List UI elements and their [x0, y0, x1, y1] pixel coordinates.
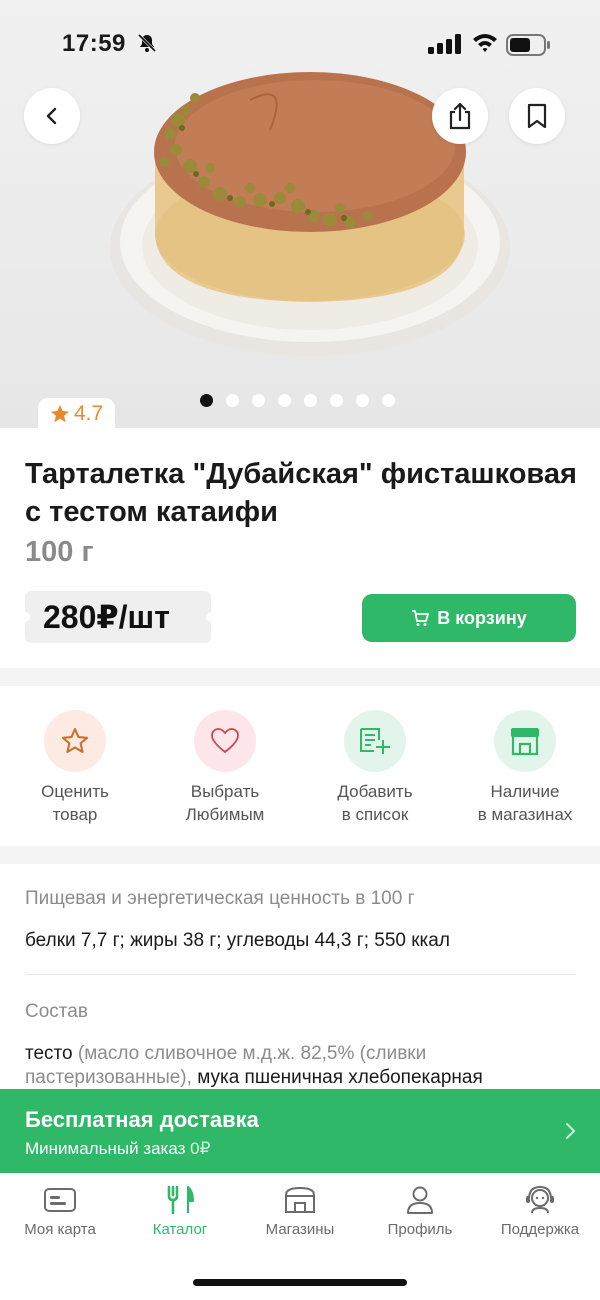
- tab-label: Моя карта: [24, 1221, 96, 1238]
- home-indicator: [193, 1279, 407, 1286]
- composition-text: тесто (масло сливочное м.д.ж. 82,5% (сли…: [25, 1043, 483, 1088]
- profile-icon: [407, 1186, 433, 1214]
- heart-icon: [211, 728, 239, 754]
- status-bar: 17:59: [0, 0, 600, 90]
- nutrition-value: белки 7,7 г; жиры 38 г; углеводы 44,3 г;…: [25, 930, 450, 951]
- favorite-label: Выбрать Любимым: [185, 782, 265, 824]
- store-icon: [285, 1186, 315, 1213]
- tab-label: Магазины: [265, 1221, 335, 1238]
- star-icon: [51, 405, 69, 423]
- composition-title: Состав: [25, 1001, 88, 1022]
- pagination-dot[interactable]: [200, 394, 213, 407]
- nutrition-title: Пищевая и энергетическая ценность в 100 …: [25, 888, 415, 909]
- share-icon: [449, 102, 471, 130]
- back-button[interactable]: [24, 88, 80, 144]
- status-time: 17:59: [62, 30, 126, 57]
- store-icon: [511, 728, 539, 756]
- tab-profile[interactable]: Профиль: [360, 1185, 480, 1238]
- tab-stores[interactable]: Магазины: [240, 1185, 360, 1238]
- list-add-icon: [360, 728, 390, 754]
- product-actions: Оценить товар Выбрать Любимым Добавить в…: [0, 710, 600, 840]
- cart-icon: [412, 610, 430, 626]
- price-value: 280₽/шт: [43, 599, 170, 635]
- add-to-list-label: Добавить в список: [337, 782, 413, 824]
- bookmark-button[interactable]: [509, 88, 565, 144]
- tab-support[interactable]: Поддержка: [480, 1185, 600, 1238]
- star-icon: [61, 728, 89, 753]
- add-to-list-button[interactable]: Добавить в список: [300, 710, 450, 840]
- section-divider: [0, 668, 600, 686]
- section-divider: [0, 846, 600, 864]
- bookmark-icon: [527, 103, 547, 129]
- pagination-dot[interactable]: [252, 394, 265, 407]
- add-to-cart-button[interactable]: В корзину: [362, 594, 576, 642]
- card-icon: [44, 1188, 76, 1212]
- store-availability-label: Наличие в магазинах: [477, 782, 573, 824]
- rating-badge: 4.7: [38, 398, 116, 430]
- rate-icon-circle: [44, 710, 106, 772]
- pagination-dot[interactable]: [382, 394, 395, 407]
- rate-product-button[interactable]: Оценить товар: [0, 710, 150, 840]
- pagination-dot[interactable]: [356, 394, 369, 407]
- image-pagination-dots[interactable]: [200, 394, 395, 407]
- pagination-dot[interactable]: [330, 394, 343, 407]
- rate-product-label: Оценить товар: [41, 782, 109, 824]
- wifi-icon: [473, 34, 497, 52]
- chevron-left-icon: [46, 107, 57, 125]
- rating-value: 4.7: [74, 402, 104, 425]
- product-title: Тарталетка "Дубайская" фисташковая с тес…: [25, 458, 577, 528]
- bell-muted-icon: [137, 33, 157, 53]
- tab-label: Профиль: [387, 1221, 453, 1238]
- support-icon: [526, 1185, 554, 1214]
- divider: [25, 974, 576, 975]
- add-to-cart-label: В корзину: [437, 607, 527, 628]
- pagination-dot[interactable]: [226, 394, 239, 407]
- pagination-dot[interactable]: [304, 394, 317, 407]
- tab-catalog[interactable]: Каталог: [120, 1185, 240, 1238]
- product-weight: 100 г: [25, 536, 94, 568]
- delivery-min-order: Минимальный заказ 0₽: [25, 1139, 211, 1158]
- favorite-icon-circle: [194, 710, 256, 772]
- chevron-right-icon: [566, 1123, 575, 1139]
- store-availability-icon-circle: [494, 710, 556, 772]
- free-delivery-banner[interactable]: Бесплатная доставка Минимальный заказ 0₽: [0, 1089, 600, 1173]
- favorite-button[interactable]: Выбрать Любимым: [150, 710, 300, 840]
- add-to-list-icon-circle: [344, 710, 406, 772]
- pagination-dot[interactable]: [278, 394, 291, 407]
- catalog-icon: [167, 1185, 194, 1215]
- share-button[interactable]: [432, 88, 488, 144]
- delivery-title: Бесплатная доставка: [25, 1107, 259, 1132]
- tab-label: Поддержка: [500, 1221, 580, 1238]
- tab-my-card[interactable]: Моя карта: [0, 1185, 120, 1238]
- price-tag: 280₽/шт: [20, 591, 216, 643]
- store-availability-button[interactable]: Наличие в магазинах: [450, 710, 600, 840]
- product-image-gallery[interactable]: 17:59: [0, 0, 600, 428]
- cellular-signal-icon: [428, 34, 461, 54]
- battery-icon: [506, 34, 550, 56]
- tab-label: Каталог: [152, 1221, 208, 1238]
